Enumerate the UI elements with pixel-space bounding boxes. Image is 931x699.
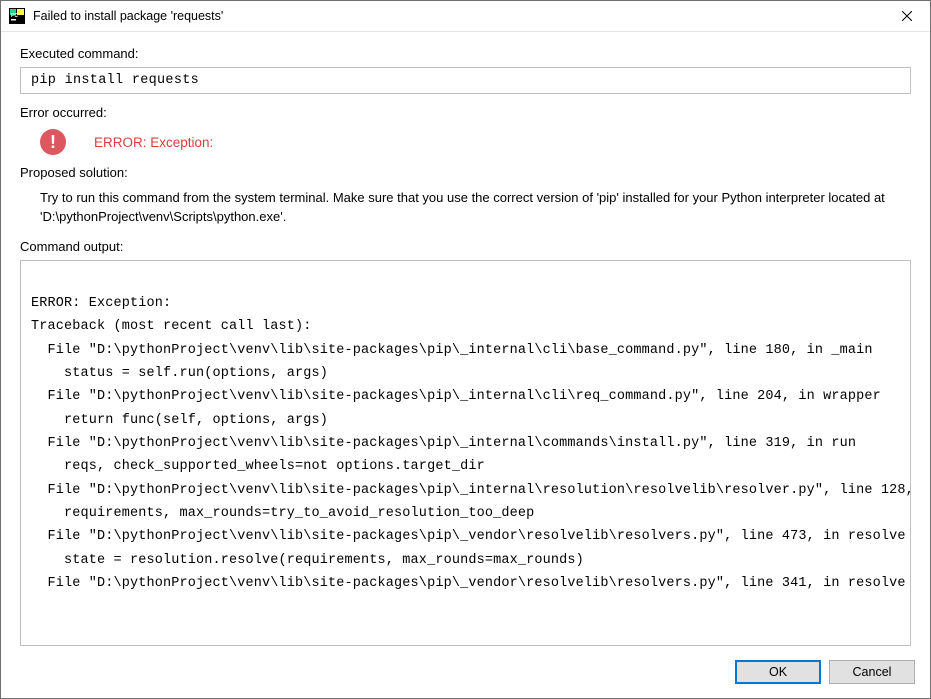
pycharm-app-icon: PC — [9, 8, 25, 24]
close-button[interactable] — [884, 1, 930, 32]
error-text: ERROR: Exception: — [94, 135, 213, 150]
dialog-window: PC Failed to install package 'requests' … — [0, 0, 931, 699]
error-row: ! ERROR: Exception: — [40, 129, 911, 155]
dialog-footer: OK Cancel — [1, 656, 930, 698]
error-occurred-label: Error occurred: — [20, 105, 911, 120]
proposed-solution-text: Try to run this command from the system … — [40, 189, 911, 227]
command-output-box[interactable]: ERROR: Exception: Traceback (most recent… — [20, 260, 911, 646]
titlebar: PC Failed to install package 'requests' — [1, 1, 930, 32]
cancel-button[interactable]: Cancel — [829, 660, 915, 684]
window-title: Failed to install package 'requests' — [33, 9, 884, 23]
svg-text:PC: PC — [11, 13, 18, 19]
ok-button[interactable]: OK — [735, 660, 821, 684]
error-icon: ! — [40, 129, 66, 155]
executed-command-box[interactable]: pip install requests — [20, 67, 911, 94]
close-icon — [902, 11, 912, 21]
executed-command-label: Executed command: — [20, 46, 911, 61]
command-output-label: Command output: — [20, 239, 911, 254]
dialog-content: Executed command: pip install requests E… — [1, 32, 930, 656]
proposed-solution-label: Proposed solution: — [20, 165, 911, 180]
